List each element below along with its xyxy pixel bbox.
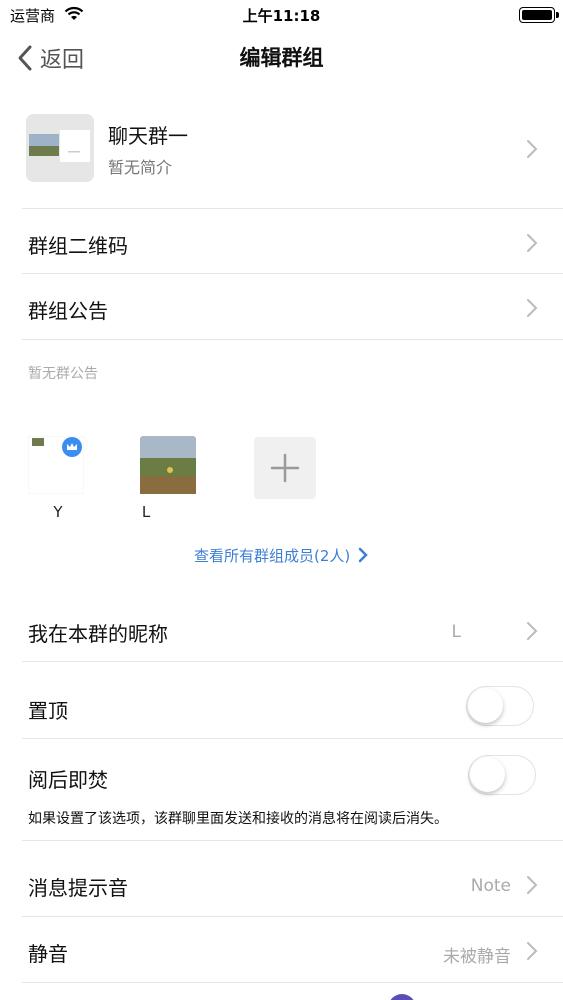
pin-row: 置顶 [0,663,563,737]
add-member-button[interactable] [254,437,316,499]
announcement-text: 暂无群公告 [28,366,98,382]
chevron-right-icon [527,234,538,252]
chevron-right-icon [527,942,538,960]
member-avatar-l[interactable] [140,436,196,494]
divider [22,661,563,662]
group-avatar-image [26,114,94,182]
chevron-right-icon [527,622,538,640]
status-bar: 运营商 上午11:18 [0,0,563,30]
nickname-row[interactable]: 我在本群的昵称 L [0,598,563,660]
burn-after-reading-label: 阅后即焚 [28,768,108,792]
navigation-bar: 返回 编辑群组 [0,30,563,86]
plus-icon [270,453,300,483]
pin-label: 置顶 [28,699,68,723]
view-all-members-link[interactable]: 查看所有群组成员(2人) [0,545,563,566]
group-qr-code-label: 群组二维码 [28,234,128,258]
burn-after-reading-toggle[interactable] [468,755,536,795]
member-name: Y [53,503,63,521]
mute-value: 未被静音 [443,947,511,967]
divider [22,738,563,739]
nickname-label: 我在本群的昵称 [28,622,168,646]
nickname-value: L [451,622,461,642]
group-announcement-label: 群组公告 [28,299,108,323]
divider [22,339,563,340]
group-avatar [26,114,94,182]
battery-icon [519,7,559,23]
burn-after-reading-description: 如果设置了该选项，该群聊里面发送和接收的消息将在阅读后消失。 [28,811,448,827]
divider [22,273,563,274]
owner-crown-icon [62,437,82,457]
notification-sound-value: Note [470,876,511,896]
view-all-members-label: 查看所有群组成员(2人) [193,547,351,565]
divider [22,916,563,917]
group-info-row[interactable]: 聊天群一 暂无简介 [0,100,563,208]
floating-button[interactable] [388,994,416,1000]
notification-sound-row[interactable]: 消息提示音 Note [0,852,563,916]
pin-toggle[interactable] [466,686,534,726]
chevron-right-icon [527,876,538,894]
member-avatar-image [140,436,196,494]
clock: 上午11:18 [242,7,321,25]
group-qr-code-row[interactable]: 群组二维码 [0,210,563,272]
divider [22,982,563,983]
group-announcement-row[interactable]: 群组公告 [0,275,563,337]
chevron-right-icon [527,140,538,158]
chevron-right-icon [527,299,538,317]
mute-label: 静音 [28,942,68,966]
divider [22,208,563,209]
page-title: 编辑群组 [239,46,324,70]
divider [22,840,563,841]
group-name: 聊天群一 [108,124,188,148]
mute-row[interactable]: 静音 未被静音 [0,918,563,982]
notification-sound-label: 消息提示音 [28,876,128,900]
group-description: 暂无简介 [108,158,173,177]
member-name: L [141,503,151,521]
chevron-right-icon [358,547,368,563]
